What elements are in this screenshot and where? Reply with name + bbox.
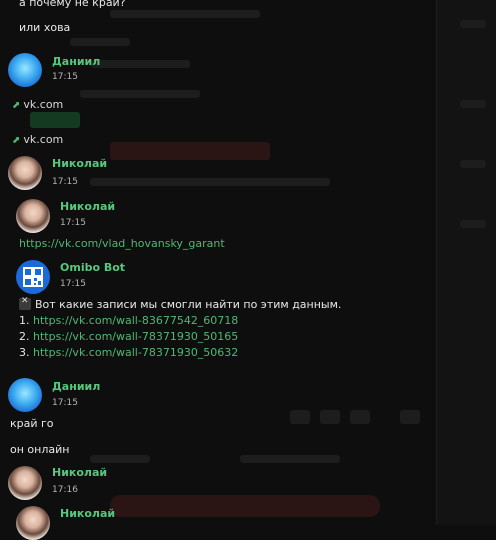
vk-link[interactable]: ⬈ vk.com	[12, 98, 63, 111]
author-name[interactable]: Николай	[60, 200, 115, 213]
avatar[interactable]	[16, 506, 50, 540]
arrow-up-right-icon: ⬈	[12, 135, 21, 146]
message-link[interactable]: https://vk.com/vlad_hovansky_garant	[19, 237, 225, 250]
message-text: он онлайн	[10, 443, 70, 456]
author-name[interactable]: Николай	[60, 507, 115, 520]
arrow-up-right-icon: ⬈	[12, 100, 21, 111]
close-box-icon	[19, 296, 31, 310]
chat-feed: а почему не край? или хова Даниил 17:15 …	[0, 0, 496, 540]
author-name[interactable]: Николай	[52, 157, 107, 170]
avatar[interactable]	[8, 156, 42, 190]
timestamp: 17:15	[52, 177, 78, 187]
avatar[interactable]	[16, 260, 50, 294]
message-text: или хова	[19, 21, 71, 34]
result-link[interactable]: https://vk.com/wall-78371930_50632	[33, 346, 238, 359]
avatar[interactable]	[8, 378, 42, 412]
author-name[interactable]: Omibo Bot	[60, 261, 125, 274]
result-link[interactable]: https://vk.com/wall-78371930_50165	[33, 330, 238, 343]
vk-link[interactable]: ⬈ vk.com	[12, 133, 63, 146]
timestamp: 17:15	[52, 398, 78, 408]
result-link[interactable]: https://vk.com/wall-83677542_60718	[33, 314, 238, 327]
result-row: 2. https://vk.com/wall-78371930_50165	[19, 330, 239, 343]
author-name[interactable]: Николай	[52, 466, 107, 479]
message-text: а почему не край?	[19, 0, 126, 9]
avatar[interactable]	[16, 199, 50, 233]
author-name[interactable]: Даниил	[52, 380, 100, 393]
avatar[interactable]	[8, 53, 42, 87]
author-name[interactable]: Даниил	[52, 55, 100, 68]
bot-intro: Вот какие записи мы смогли найти по этим…	[19, 296, 341, 311]
timestamp: 17:15	[52, 72, 78, 82]
avatar[interactable]	[8, 466, 42, 500]
timestamp: 17:16	[52, 485, 78, 495]
timestamp: 17:15	[60, 279, 86, 289]
result-row: 3. https://vk.com/wall-78371930_50632	[19, 346, 239, 359]
qr-code-icon	[23, 267, 43, 287]
timestamp: 17:15	[60, 218, 86, 228]
result-row: 1. https://vk.com/wall-83677542_60718	[19, 314, 239, 327]
message-text: край го	[10, 417, 54, 430]
